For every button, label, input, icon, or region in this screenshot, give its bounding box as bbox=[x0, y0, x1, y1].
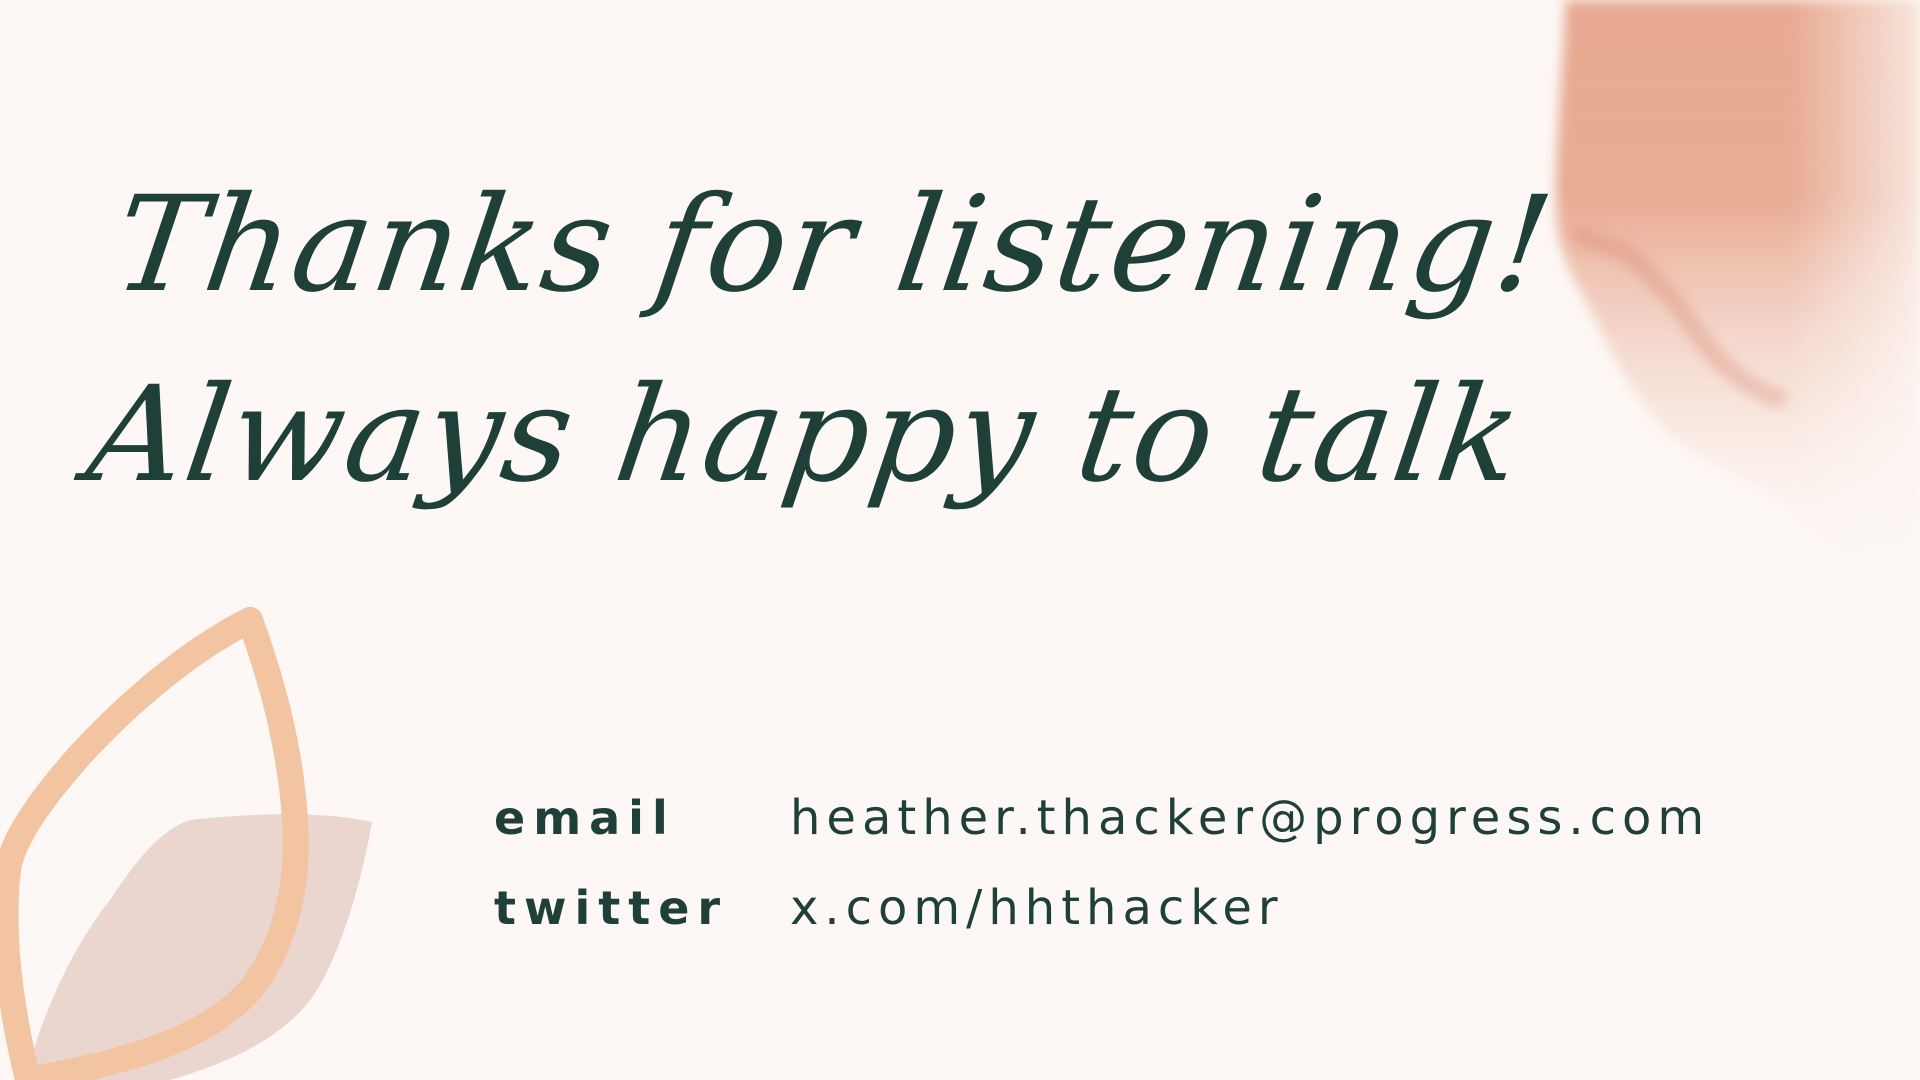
email-label: email bbox=[494, 791, 676, 845]
headline: Thanks for listening! Always happy to ta… bbox=[77, 150, 1563, 530]
contact-info: email heather.thacker@progress.com twitt… bbox=[494, 790, 1794, 970]
contact-row-twitter: twitter x.com/hhthacker bbox=[494, 880, 1794, 970]
watercolor-stroke-decoration bbox=[1545, 0, 1920, 620]
twitter-label: twitter bbox=[494, 881, 729, 935]
contact-row-email: email heather.thacker@progress.com bbox=[494, 790, 1794, 880]
leaf-outline-icon bbox=[0, 607, 372, 1080]
headline-line-2: Always happy to talk bbox=[79, 358, 1532, 512]
email-value: heather.thacker@progress.com bbox=[790, 790, 1711, 846]
twitter-value: x.com/hhthacker bbox=[790, 880, 1284, 936]
headline-line-1: Thanks for listening! bbox=[105, 168, 1563, 322]
thank-you-slide: Thanks for listening! Always happy to ta… bbox=[0, 0, 1920, 1080]
